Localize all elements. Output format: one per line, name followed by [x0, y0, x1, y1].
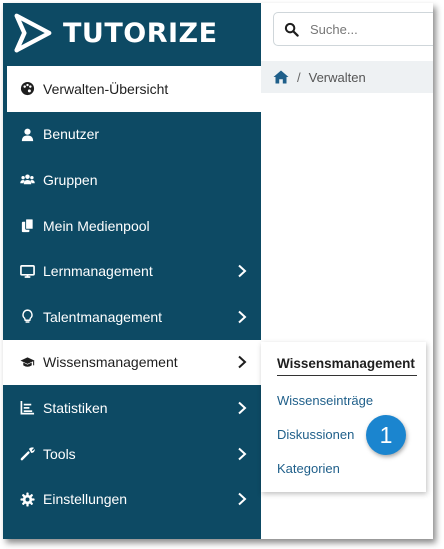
chevron-right-icon: [238, 356, 247, 369]
sidebar-nav: Verwalten-Übersicht Benutzer Gruppen Mei…: [3, 66, 261, 522]
submenu-title: Wissensmanagement: [277, 356, 417, 376]
submenu-link-wissenseintraege[interactable]: Wissenseinträge: [277, 393, 373, 408]
sidebar-item-label: Gruppen: [43, 171, 98, 188]
users-icon: [19, 172, 35, 188]
sidebar-item-tools[interactable]: Tools: [3, 431, 261, 477]
submenu-link-kategorien[interactable]: Kategorien: [277, 461, 340, 476]
sidebar-item-label: Verwalten-Übersicht: [43, 80, 169, 97]
sidebar-item-medienpool[interactable]: Mein Medienpool: [3, 203, 261, 249]
chevron-right-icon: [238, 264, 247, 278]
sidebar-item-label: Benutzer: [43, 126, 100, 143]
search-box[interactable]: [273, 12, 433, 46]
app-window: TUTORIZE Verwalten-Übersicht Benutzer Gr…: [3, 3, 433, 539]
top-bar: [261, 3, 433, 61]
logo-text: TUTORIZE: [63, 17, 218, 49]
logo[interactable]: TUTORIZE: [9, 9, 218, 57]
search-input[interactable]: [308, 20, 433, 38]
chevron-right-icon: [238, 310, 247, 324]
palette-icon: [19, 81, 35, 97]
sidebar-item-label: Einstellungen: [43, 491, 128, 508]
chevron-right-icon: [238, 447, 247, 460]
chart-icon: [19, 400, 35, 416]
chevron-right-icon: [238, 492, 247, 506]
user-icon: [19, 126, 35, 142]
wrench-icon: [19, 446, 35, 462]
sidebar-item-talentmanagement[interactable]: Talentmanagement: [3, 294, 261, 340]
sidebar-item-label: Statistiken: [43, 399, 108, 416]
sidebar-item-verwalten-uebersicht[interactable]: Verwalten-Übersicht: [3, 66, 261, 112]
sidebar-item-wissensmanagement[interactable]: Wissensmanagement: [3, 339, 261, 386]
sidebar-item-einstellungen[interactable]: Einstellungen: [3, 476, 261, 522]
copy-icon: [19, 218, 35, 234]
sidebar-item-label: Talentmanagement: [43, 308, 163, 325]
sidebar-item-benutzer[interactable]: Benutzer: [3, 112, 261, 158]
sidebar-item-label: Tools: [43, 445, 76, 462]
sidebar-item-label: Lernmanagement: [43, 263, 153, 280]
breadcrumb-item[interactable]: Verwalten: [309, 70, 366, 85]
breadcrumb-separator: /: [297, 69, 301, 85]
wissensmanagement-submenu: Wissensmanagement Wissenseinträge Diskus…: [261, 342, 426, 492]
lightbulb-icon: [19, 309, 35, 325]
sidebar-item-gruppen[interactable]: Gruppen: [3, 157, 261, 203]
search-icon: [284, 22, 299, 37]
home-icon[interactable]: [273, 70, 289, 84]
sidebar-item-lernmanagement[interactable]: Lernmanagement: [3, 248, 261, 294]
callout-badge: 1: [366, 415, 406, 455]
breadcrumb: / Verwalten: [261, 61, 433, 93]
graduation-cap-icon: [19, 354, 35, 370]
sidebar-item-statistiken[interactable]: Statistiken: [3, 385, 261, 431]
sidebar-item-label: Mein Medienpool: [43, 217, 150, 234]
gear-icon: [19, 491, 35, 507]
submenu-link-diskussionen[interactable]: Diskussionen: [277, 427, 354, 442]
logo-icon: [14, 13, 52, 53]
sidebar: TUTORIZE Verwalten-Übersicht Benutzer Gr…: [3, 3, 261, 539]
monitor-icon: [19, 263, 35, 279]
chevron-right-icon: [238, 401, 247, 415]
sidebar-item-label: Wissensmanagement: [43, 354, 178, 371]
